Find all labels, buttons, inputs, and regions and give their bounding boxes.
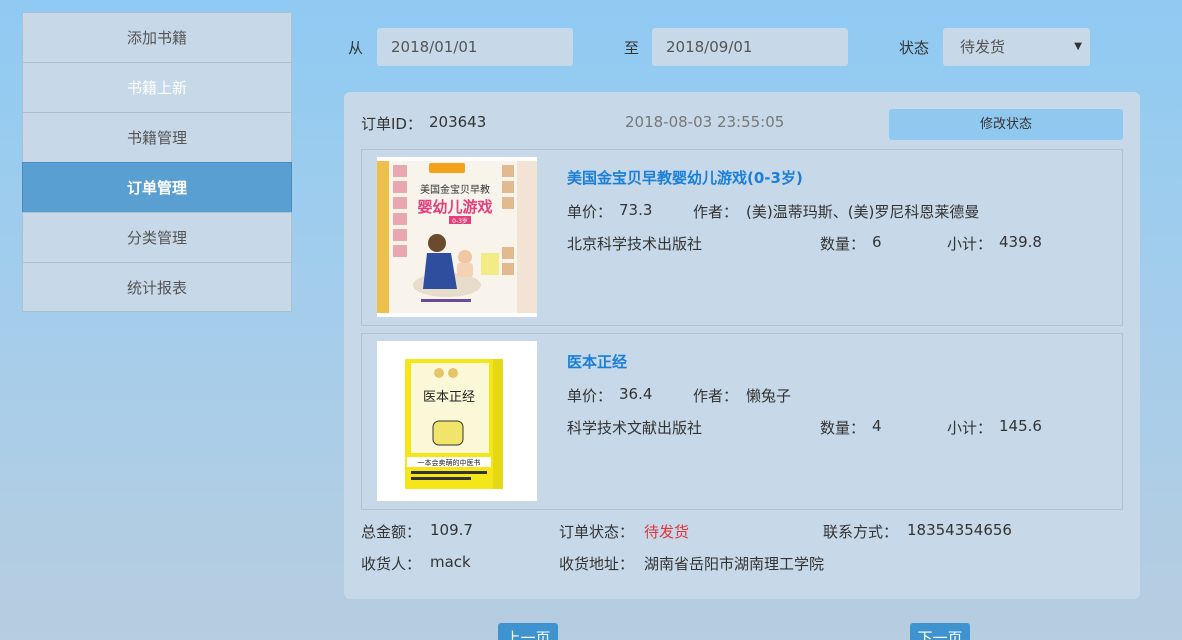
from-date-input[interactable]: 2018/01/01 bbox=[377, 28, 573, 66]
from-label: 从 bbox=[348, 39, 364, 57]
quantity-label: 数量： bbox=[820, 419, 866, 437]
total-label: 总金额： bbox=[361, 523, 422, 541]
order-status-label: 订单状态： bbox=[559, 523, 635, 541]
filter-bar: 从 2018/01/01 至 2018/09/01 状态 待发货 ▼ bbox=[0, 28, 1182, 66]
subtotal-label: 小计： bbox=[947, 419, 993, 437]
price-label: 单价： bbox=[567, 203, 613, 221]
publisher: 科学技术文献出版社 bbox=[567, 419, 703, 437]
svg-text:医本正经: 医本正经 bbox=[423, 390, 475, 405]
svg-text:美国金宝贝早教: 美国金宝贝早教 bbox=[420, 183, 490, 196]
order-status-value: 待发货 bbox=[644, 523, 690, 541]
receiver-label: 收货人： bbox=[361, 555, 422, 573]
address-label: 收货地址： bbox=[559, 555, 635, 573]
price-value: 73.3 bbox=[619, 201, 653, 219]
receiver-value: mack bbox=[430, 553, 471, 571]
author-label: 作者： bbox=[693, 387, 739, 405]
book-title-link[interactable]: 医本正经 bbox=[567, 351, 627, 372]
sidebar-item-order-management[interactable]: 订单管理 bbox=[22, 162, 292, 212]
price-label: 单价： bbox=[567, 387, 613, 405]
sidebar-item-new-books[interactable]: 书籍上新 bbox=[22, 62, 292, 112]
book-title-link[interactable]: 美国金宝贝早教婴幼儿游戏(0-3岁) bbox=[567, 167, 803, 188]
subtotal-value: 439.8 bbox=[999, 233, 1042, 251]
order-item: 医本正经 一本会卖萌的中医书 医本正经 单价： 36.4 作者： 懒兔子 科学技… bbox=[361, 333, 1123, 510]
author-value: (美)温蒂玛斯、(美)罗尼科恩莱德曼 bbox=[746, 203, 980, 221]
quantity-label: 数量： bbox=[820, 235, 866, 253]
status-select-value: 待发货 bbox=[960, 38, 1006, 56]
svg-text:0-3岁: 0-3岁 bbox=[452, 217, 468, 225]
quantity-value: 6 bbox=[872, 233, 882, 251]
sidebar-item-category-management[interactable]: 分类管理 bbox=[22, 212, 292, 262]
to-label: 至 bbox=[624, 39, 640, 57]
quantity-value: 4 bbox=[872, 417, 882, 435]
contact-value: 18354354656 bbox=[907, 521, 1012, 539]
author-value: 懒兔子 bbox=[746, 387, 792, 405]
publisher: 北京科学技术出版社 bbox=[567, 235, 703, 253]
svg-text:婴幼儿游戏: 婴幼儿游戏 bbox=[417, 198, 492, 216]
to-date-input[interactable]: 2018/09/01 bbox=[652, 28, 848, 66]
author-label: 作者： bbox=[693, 203, 739, 221]
subtotal-value: 145.6 bbox=[999, 417, 1042, 435]
total-value: 109.7 bbox=[430, 521, 473, 539]
price-value: 36.4 bbox=[619, 385, 653, 403]
status-select[interactable]: 待发货 ▼ bbox=[943, 28, 1090, 66]
dropdown-caret-icon: ▼ bbox=[1074, 41, 1082, 52]
sidebar-item-book-management[interactable]: 书籍管理 bbox=[22, 112, 292, 162]
order-datetime: 2018-08-03 23:55:05 bbox=[625, 113, 785, 131]
book-cover-image: 美国金宝贝早教 婴幼儿游戏 0-3岁 bbox=[377, 157, 537, 317]
change-status-button[interactable]: 修改状态 bbox=[889, 109, 1123, 140]
order-item: 美国金宝贝早教 婴幼儿游戏 0-3岁 美国金宝贝早教婴幼儿游戏(0-3岁) 单价… bbox=[361, 149, 1123, 326]
address-value: 湖南省岳阳市湖南理工学院 bbox=[644, 555, 825, 573]
next-page-button[interactable]: 下一页 bbox=[910, 623, 970, 640]
status-label: 状态 bbox=[899, 39, 930, 57]
order-id: 203643 bbox=[429, 113, 487, 131]
book-cover-image: 医本正经 一本会卖萌的中医书 bbox=[377, 341, 537, 501]
contact-label: 联系方式： bbox=[823, 523, 899, 541]
previous-page-button[interactable]: 上一页 bbox=[498, 623, 558, 640]
order-id-label: 订单ID： bbox=[361, 115, 422, 133]
svg-text:一本会卖萌的中医书: 一本会卖萌的中医书 bbox=[418, 458, 481, 467]
subtotal-label: 小计： bbox=[947, 235, 993, 253]
sidebar-item-statistics[interactable]: 统计报表 bbox=[22, 262, 292, 312]
order-card: 订单ID： 203643 2018-08-03 23:55:05 修改状态 美国… bbox=[344, 92, 1140, 599]
